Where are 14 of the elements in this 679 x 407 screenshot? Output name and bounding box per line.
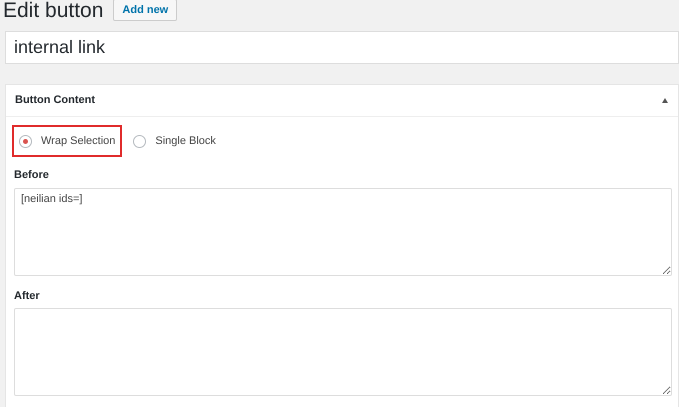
radio-option[interactable]: Single Block [126,125,223,157]
radio-option[interactable]: Wrap Selection [12,125,122,157]
collapse-toggle[interactable] [662,98,668,103]
radio-button[interactable] [133,134,146,148]
title-field[interactable]: internal link [5,31,679,64]
panel-title: Button Content [15,93,96,108]
option-label: Wrap Selection [41,134,116,149]
field-label: After [14,288,41,304]
field-label: Before [14,168,50,183]
page-title: Edit button [3,0,104,20]
option-label: Single Block [155,134,216,149]
add-new-button[interactable]: Add new [113,0,178,21]
radio-button[interactable] [19,134,32,148]
text-area[interactable]: [neilian ids=] [14,188,672,276]
